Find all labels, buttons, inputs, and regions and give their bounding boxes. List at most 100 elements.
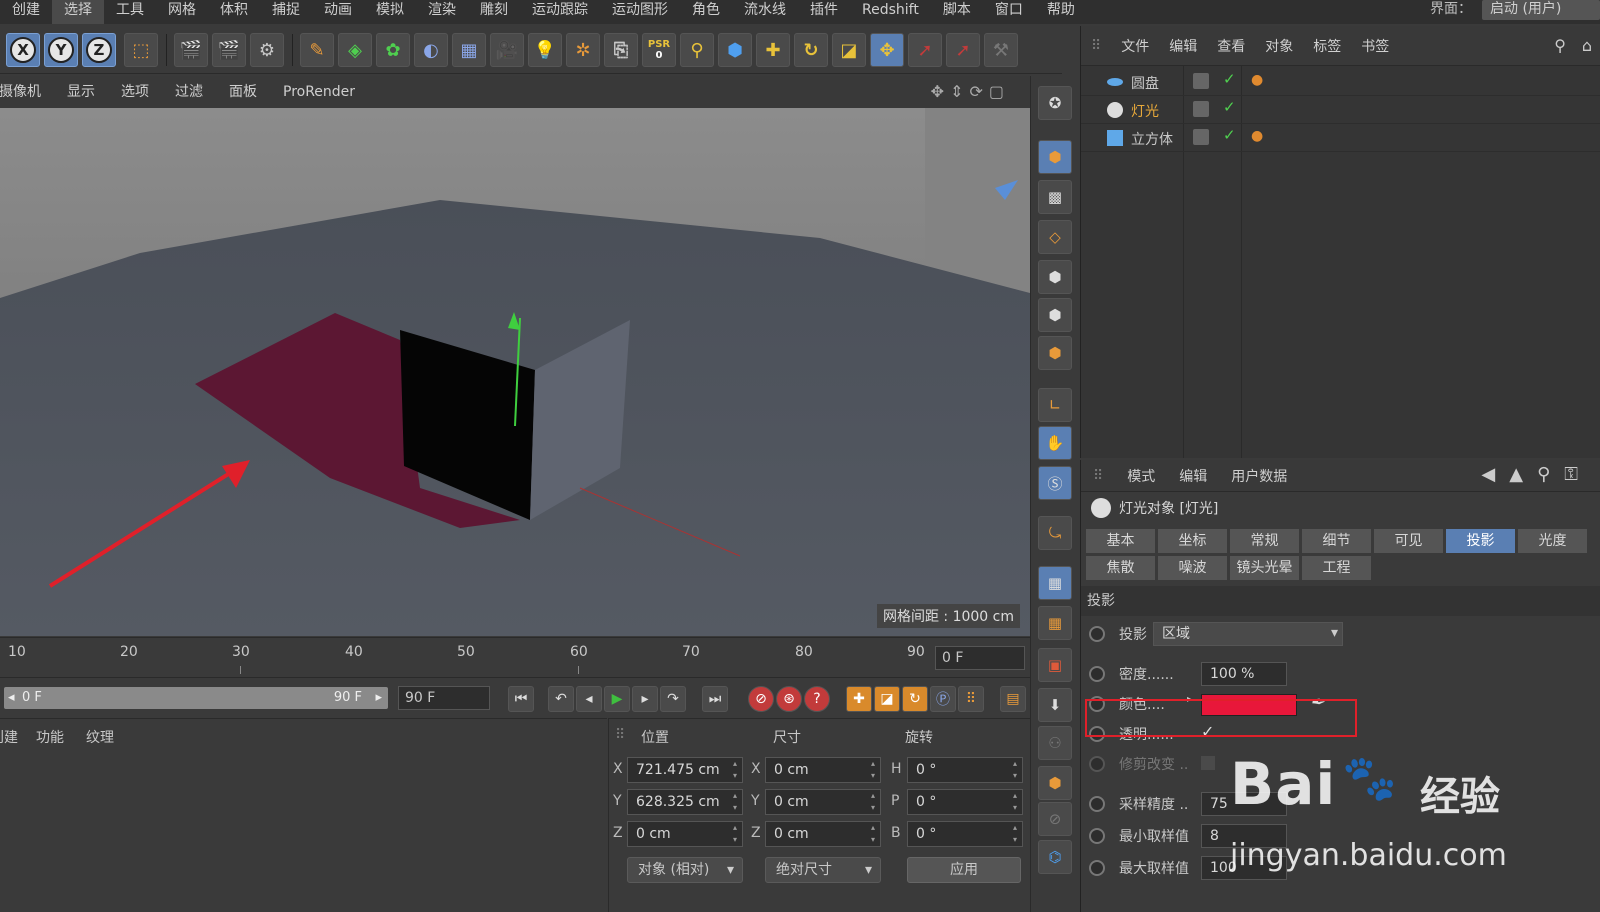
cube-mode-icon[interactable]: ⬢ (1038, 766, 1072, 800)
viewport-menu-item[interactable]: 摄像机 (0, 77, 54, 107)
tab-tabs_row2-3[interactable]: 工程 (1301, 555, 1372, 581)
render-picture-viewer-button[interactable]: 🎬 (212, 33, 246, 67)
rot-p-field[interactable]: 0 ° (907, 789, 1023, 815)
size-y-field[interactable]: 0 cm (765, 789, 881, 815)
menu-item[interactable]: 插件 (798, 0, 850, 24)
key-scale-icon[interactable]: ◪ (874, 686, 900, 712)
prev-frame-icon[interactable]: ◂ (576, 686, 602, 712)
visibility-toggle[interactable] (1193, 129, 1209, 145)
snap-icon[interactable]: ⤿ (1038, 516, 1072, 550)
tab-tabs_row1-5[interactable]: 投影 (1445, 528, 1516, 554)
animate-radio[interactable] (1089, 796, 1105, 812)
keyframe-icon[interactable]: ⎘ (604, 33, 638, 67)
points-mode-icon[interactable]: ⬢ (1038, 260, 1072, 294)
download-icon[interactable]: ⬇ (1038, 688, 1072, 722)
object-row-disc[interactable]: 圆盘 ✓ ● (1081, 68, 1600, 96)
menu-item[interactable]: 角色 (680, 0, 732, 24)
record-icon[interactable]: ⊘ (748, 686, 774, 712)
visibility-toggle[interactable] (1193, 73, 1209, 89)
python-icon[interactable]: ⌬ (1038, 840, 1072, 874)
pen-icon[interactable]: ✎ (300, 33, 334, 67)
menu-item[interactable]: 帮助 (1035, 0, 1087, 24)
attr-menu-item[interactable]: 模式 (1115, 466, 1167, 486)
menu-item[interactable]: 网格 (156, 0, 208, 24)
menu-item[interactable]: Redshift (850, 0, 931, 24)
camera-icon[interactable]: 🎥 (490, 33, 524, 67)
select-tool-icon[interactable]: ➚ (908, 33, 942, 67)
coordinate-system-button[interactable]: ⬚ (124, 33, 158, 67)
rotate-icon[interactable]: ↻ (794, 33, 828, 67)
edges-mode-icon[interactable]: ⬢ (1038, 298, 1072, 332)
coordinate-mode-dropdown[interactable]: 对象 (相对) (627, 857, 743, 883)
layout-dropdown[interactable]: 启动 (用户) (1482, 0, 1600, 20)
render-settings-button[interactable]: ⚙ (250, 33, 284, 67)
rot-b-field[interactable]: 0 ° (907, 821, 1023, 847)
menu-item[interactable]: 运动跟踪 (520, 0, 600, 24)
cube-icon[interactable]: ⬢ (718, 33, 752, 67)
animate-radio[interactable] (1089, 860, 1105, 876)
material-tab-create[interactable]: 创建 (0, 727, 18, 747)
tag-icon[interactable]: ● (1251, 72, 1263, 88)
menu-item[interactable]: 运动图形 (600, 0, 680, 24)
live-select-icon[interactable]: ➚ (946, 33, 980, 67)
psr-button[interactable]: PSR 0 (642, 33, 676, 67)
object-row-cube[interactable]: 立方体 ✓ ● (1081, 124, 1600, 152)
rot-h-field[interactable]: 0 ° (907, 757, 1023, 783)
tab-tabs_row2-0[interactable]: 焦散 (1085, 555, 1156, 581)
key-rotation-icon[interactable]: ↻ (902, 686, 928, 712)
texture-mode-icon[interactable]: ▩ (1038, 180, 1072, 214)
key-pla-icon[interactable]: ⠿ (958, 686, 984, 712)
prev-key-icon[interactable]: ↶ (548, 686, 574, 712)
move-tool-icon[interactable]: ✥ (870, 33, 904, 67)
timeline-window-icon[interactable]: ▤ (1000, 686, 1026, 712)
tab-tabs_row1-6[interactable]: 光度 (1517, 528, 1588, 554)
attribute-nav-icons[interactable]: ◀▲⚲⚿ (1481, 464, 1592, 485)
floor-icon[interactable]: ▦ (452, 33, 486, 67)
animate-radio[interactable] (1089, 626, 1105, 642)
play-icon[interactable]: ▶ (604, 686, 630, 712)
om-menu-item[interactable]: 对象 (1255, 36, 1303, 56)
polygons-mode-icon[interactable]: ⬢ (1038, 336, 1072, 370)
move-icon[interactable]: ✚ (756, 33, 790, 67)
animate-radio[interactable] (1089, 828, 1105, 844)
menu-item[interactable]: 体积 (208, 0, 260, 24)
tab-tabs_row2-1[interactable]: 噪波 (1157, 555, 1228, 581)
light-icon[interactable]: 💡 (528, 33, 562, 67)
menu-item[interactable]: 捕捉 (260, 0, 312, 24)
viewport-menu-item[interactable]: 选项 (108, 77, 162, 107)
workplane-lock-icon[interactable]: ▦ (1038, 606, 1072, 640)
apply-button[interactable]: 应用 (907, 857, 1021, 883)
tab-tabs_row1-3[interactable]: 细节 (1301, 528, 1372, 554)
subdivision-icon[interactable]: ◈ (338, 33, 372, 67)
3d-viewport[interactable]: 网格间距 : 1000 cm (0, 108, 1030, 636)
enabled-check-icon[interactable]: ✓ (1223, 70, 1236, 88)
menu-item[interactable]: 雕刻 (468, 0, 520, 24)
om-menu-item[interactable]: 标签 (1303, 36, 1351, 56)
tweak-mode-icon[interactable]: ✋ (1038, 426, 1072, 460)
disabled-icon[interactable]: ⊘ (1038, 802, 1072, 836)
viewport-menu-item[interactable]: 过滤 (162, 77, 216, 107)
pos-y-field[interactable]: 628.325 cm (627, 789, 743, 815)
pos-z-field[interactable]: 0 cm (627, 821, 743, 847)
animate-radio[interactable] (1089, 666, 1105, 682)
search-icon[interactable]: ⚲ (1554, 36, 1566, 55)
figure-icon[interactable]: ⚇ (1038, 726, 1072, 760)
menu-item[interactable]: 选择 (52, 0, 104, 24)
shadow-type-dropdown[interactable]: 区域 (1153, 622, 1343, 646)
tab-tabs_row1-1[interactable]: 坐标 (1157, 528, 1228, 554)
home-icon[interactable]: ⌂ (1582, 36, 1592, 55)
menu-item[interactable]: 流水线 (732, 0, 798, 24)
visibility-toggle[interactable] (1193, 101, 1209, 117)
density-field[interactable]: 100 % (1201, 662, 1287, 686)
next-key-icon[interactable]: ↷ (660, 686, 686, 712)
solo-icon[interactable]: Ⓢ (1038, 466, 1072, 500)
key-position-icon[interactable]: ✚ (846, 686, 872, 712)
menu-item[interactable]: 动画 (312, 0, 364, 24)
go-to-start-icon[interactable]: ⏮ (508, 686, 534, 712)
material-tab-function[interactable]: 功能 (36, 727, 64, 747)
grid-lock-icon[interactable]: ▦ (1038, 566, 1072, 600)
size-mode-dropdown[interactable]: 绝对尺寸 (765, 857, 881, 883)
range-right-arrow[interactable]: ▸ (375, 687, 382, 709)
pos-x-field[interactable]: 721.475 cm (627, 757, 743, 783)
cloner-icon[interactable]: ✿ (376, 33, 410, 67)
